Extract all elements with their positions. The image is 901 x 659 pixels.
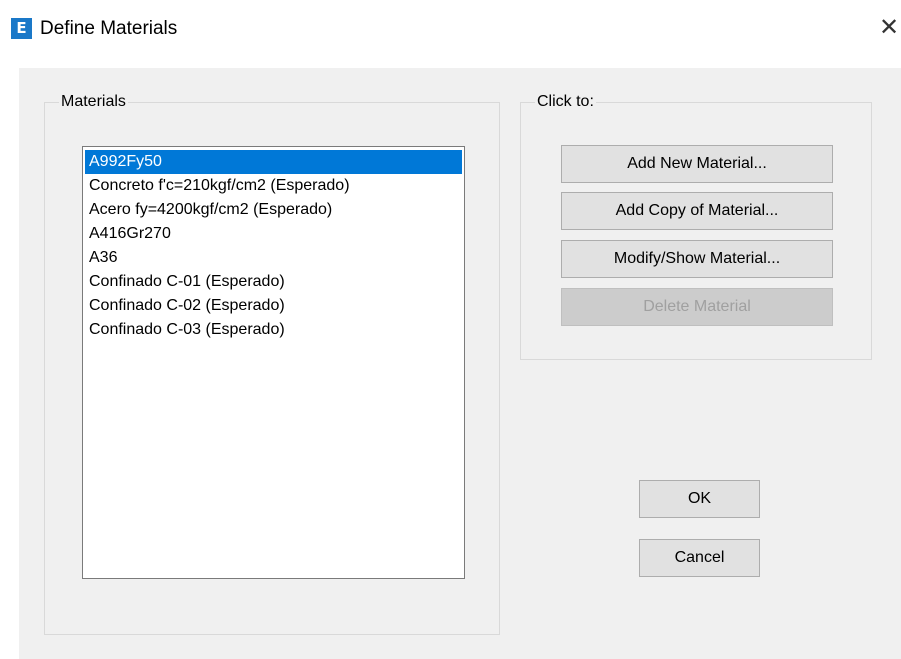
- cancel-button[interactable]: Cancel: [639, 539, 760, 577]
- material-list-item[interactable]: A36: [85, 246, 462, 270]
- add-copy-of-material-button[interactable]: Add Copy of Material...: [561, 192, 833, 230]
- material-list-item[interactable]: A416Gr270: [85, 222, 462, 246]
- material-list-item[interactable]: Confinado C-02 (Esperado): [85, 294, 462, 318]
- material-list-item[interactable]: Acero fy=4200kgf/cm2 (Esperado): [85, 198, 462, 222]
- material-list-item[interactable]: A992Fy50: [85, 150, 462, 174]
- window-title: Define Materials: [40, 18, 178, 39]
- app-logo-icon: E: [11, 18, 32, 39]
- material-list-item[interactable]: Confinado C-01 (Esperado): [85, 270, 462, 294]
- material-list-item[interactable]: Concreto f'c=210kgf/cm2 (Esperado): [85, 174, 462, 198]
- ok-button[interactable]: OK: [639, 480, 760, 518]
- click-to-group-label: Click to:: [537, 93, 594, 110]
- add-new-material-button[interactable]: Add New Material...: [561, 145, 833, 183]
- materials-listbox[interactable]: A992Fy50 Concreto f'c=210kgf/cm2 (Esperad…: [82, 146, 465, 579]
- modify-show-material-button[interactable]: Modify/Show Material...: [561, 240, 833, 278]
- delete-material-button: Delete Material: [561, 288, 833, 326]
- materials-group-label: Materials: [61, 93, 126, 110]
- material-list-item[interactable]: Confinado C-03 (Esperado): [85, 318, 462, 342]
- title-bar: E Define Materials ✕: [0, 0, 901, 60]
- dialog-body: Materials A992Fy50 Concreto f'c=210kgf/cm…: [19, 68, 901, 659]
- close-icon[interactable]: ✕: [879, 10, 901, 46]
